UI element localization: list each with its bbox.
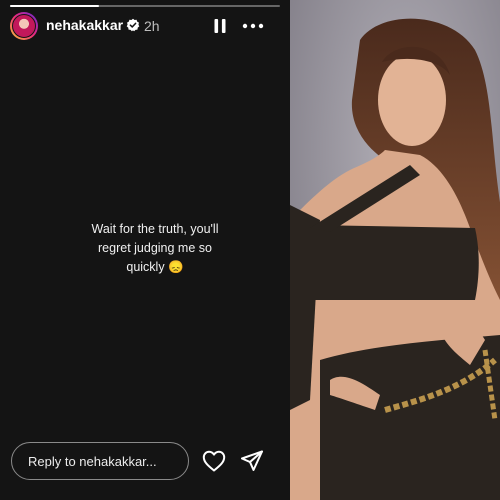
caption-line: Wait for the truth, you'll xyxy=(91,222,219,236)
reply-input[interactable] xyxy=(11,442,189,480)
story-panel[interactable]: nehakakkar 2h Wait for the truth, you'll… xyxy=(0,0,290,500)
photo-illustration xyxy=(290,0,500,500)
avatar[interactable] xyxy=(10,12,38,40)
crop-top xyxy=(310,225,479,300)
send-icon[interactable] xyxy=(240,449,264,473)
story-header: nehakakkar 2h xyxy=(10,10,282,42)
verified-badge-icon xyxy=(126,18,140,32)
heart-icon[interactable] xyxy=(202,450,226,472)
avatar-image xyxy=(12,14,36,38)
story-viewer: nehakakkar 2h Wait for the truth, you'll… xyxy=(0,0,500,500)
story-photo xyxy=(290,0,500,500)
pause-icon[interactable] xyxy=(212,18,228,34)
face xyxy=(378,54,446,146)
caption-line: regret judging me so xyxy=(98,241,212,255)
story-caption: Wait for the truth, you'll regret judgin… xyxy=(55,220,255,277)
username[interactable]: nehakakkar xyxy=(46,17,123,33)
caption-line: quickly 😞 xyxy=(126,260,184,274)
more-options-icon[interactable] xyxy=(242,18,264,34)
story-progress-fill xyxy=(10,5,100,7)
post-time: 2h xyxy=(144,18,160,34)
story-progress-bar xyxy=(10,5,280,7)
